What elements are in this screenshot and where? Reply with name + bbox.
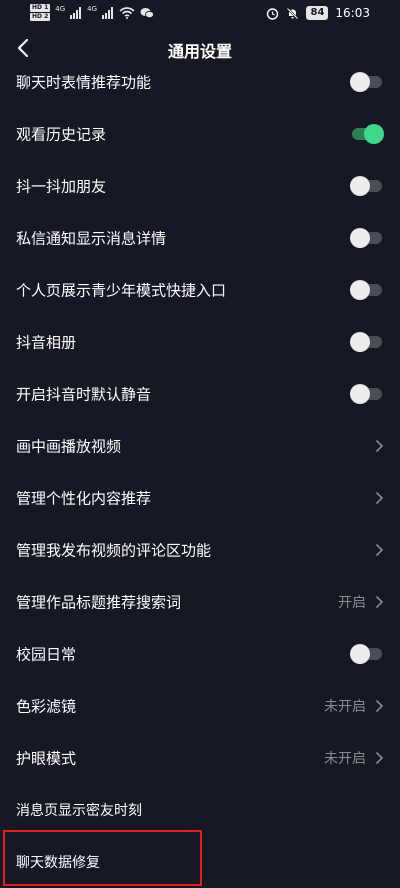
settings-row[interactable]: 抖音相册 [0, 316, 400, 368]
chevron-right-icon [376, 752, 383, 764]
hd1-badge: HD 1 [30, 4, 51, 12]
toggle-switch[interactable] [350, 280, 384, 300]
wechat-icon [140, 7, 154, 18]
settings-row-label: 管理作品标题推荐搜索词 [16, 593, 182, 612]
settings-row-label: 抖音相册 [16, 333, 77, 352]
chevron-right-icon [376, 596, 383, 608]
toggle-switch[interactable] [350, 124, 384, 144]
settings-row[interactable]: 管理我发布视频的评论区功能 [0, 524, 400, 576]
mute-bell-icon [287, 7, 299, 19]
settings-row[interactable]: 管理个性化内容推荐 [0, 472, 400, 524]
toggle-knob [364, 124, 384, 144]
settings-row-label: 校园日常 [16, 645, 77, 664]
settings-row[interactable]: 管理作品标题推荐搜索词 开启 [0, 576, 400, 628]
toggle-switch[interactable] [350, 228, 384, 248]
battery-level: 84 [306, 6, 329, 20]
toggle-knob [350, 644, 370, 664]
alarm-icon [267, 7, 279, 20]
settings-row-label: 色彩滤镜 [16, 697, 77, 716]
hd2-badge: HD 2 [30, 13, 51, 21]
chevron-right-icon [376, 700, 383, 712]
settings-row[interactable]: 观看历史记录 [0, 108, 400, 160]
settings-row-label: 聊天时表情推荐功能 [16, 73, 152, 92]
settings-row[interactable]: 个人页展示青少年模式快捷入口 [0, 264, 400, 316]
settings-row-label: 消息页显示密友时刻 [16, 803, 142, 819]
settings-row[interactable]: 校园日常 [0, 628, 400, 680]
chevron-right-icon [376, 440, 383, 452]
toggle-knob [350, 72, 370, 92]
settings-row[interactable]: 画中画播放视频 [0, 420, 400, 472]
settings-row-label: 开启抖音时默认静音 [16, 385, 152, 404]
toggle-switch[interactable] [350, 384, 384, 404]
toggle-knob [350, 176, 370, 196]
wifi-icon [119, 6, 135, 19]
settings-row-label: 聊天数据修复 [16, 855, 100, 871]
signal-icon-1 [70, 6, 82, 19]
toggle-switch[interactable] [350, 72, 384, 92]
toggle-switch[interactable] [350, 332, 384, 352]
settings-row-label: 管理个性化内容推荐 [16, 489, 152, 508]
settings-row-label: 抖一抖加朋友 [16, 177, 107, 196]
status-right: 84 16:03 [266, 6, 370, 20]
network-type-1: 4G [55, 4, 66, 13]
settings-row[interactable]: 开启抖音时默认静音 [0, 368, 400, 420]
status-left: HD 1 HD 2 4G 4G [30, 4, 154, 21]
toggle-knob [350, 332, 370, 352]
toggle-knob [350, 384, 370, 404]
toggle-switch[interactable] [350, 644, 384, 664]
settings-row-value: 开启 [338, 595, 366, 611]
settings-row[interactable]: 私信通知显示消息详情 [0, 212, 400, 264]
settings-row-label: 个人页展示青少年模式快捷入口 [16, 281, 227, 300]
hd-indicators: HD 1 HD 2 [30, 4, 51, 21]
settings-row[interactable]: 色彩滤镜 未开启 [0, 680, 400, 732]
toggle-knob [350, 228, 370, 248]
settings-row-label: 画中画播放视频 [16, 437, 122, 456]
settings-row[interactable]: 聊天时表情推荐功能 [0, 56, 400, 108]
settings-row-label: 护眼模式 [16, 749, 77, 768]
settings-row-value: 未开启 [324, 699, 366, 715]
settings-row[interactable]: 抖一抖加朋友 [0, 160, 400, 212]
clock-time: 16:03 [335, 6, 370, 20]
toggle-switch[interactable] [350, 176, 384, 196]
settings-row[interactable]: 消息页显示密友时刻 [0, 784, 400, 836]
chevron-right-icon [376, 544, 383, 556]
status-bar: HD 1 HD 2 4G 4G 84 16:03 [0, 0, 400, 30]
settings-row-value: 未开启 [324, 751, 366, 767]
settings-row[interactable]: 护眼模式 未开启 [0, 732, 400, 784]
signal-icon-2 [102, 6, 114, 19]
chevron-right-icon [376, 492, 383, 504]
toggle-knob [350, 280, 370, 300]
settings-row-label: 管理我发布视频的评论区功能 [16, 541, 212, 560]
settings-row-label: 观看历史记录 [16, 125, 107, 144]
network-type-2: 4G [87, 4, 98, 13]
settings-row-label: 私信通知显示消息详情 [16, 229, 167, 248]
settings-list: 聊天时表情推荐功能 观看历史记录 抖一抖加朋友私信通知显示消息详情个人页展示青少年模… [0, 56, 400, 888]
settings-row[interactable]: 聊天数据修复 [0, 836, 400, 888]
